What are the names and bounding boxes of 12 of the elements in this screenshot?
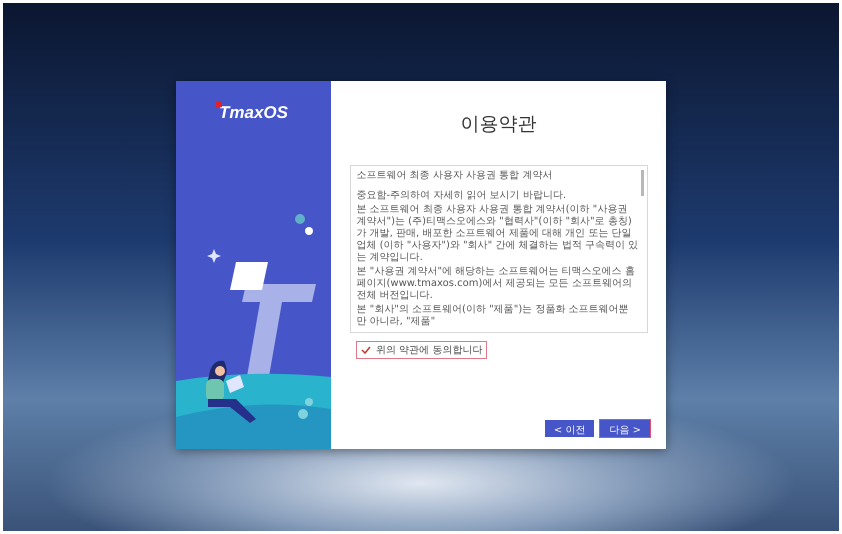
terms-paragraph: 중요함-주의하여 자세히 읽어 보시기 바랍니다. <box>356 190 568 202</box>
checkmark-icon <box>361 345 371 355</box>
consent-checkbox[interactable]: 위의 약관에 동의합니다 <box>356 341 488 359</box>
terms-paragraph: 본 "사용권 계약서"에 해당하는 소프트웨어는 티맥스오에스 홈페이지(www.tmaxos.com)에서 제공되는 모든 소프트웨어의 전체 버전입니다. <box>356 266 636 302</box>
terms-paragraph: 소프트웨어 최종 사용자 사용권 통합 계약서 <box>356 170 554 182</box>
terms-paragraph: 본 "회사"의 소프트웨어(이하 "제품")는 정품화 소프트웨어뿐만 아니라, "제품" <box>356 304 630 328</box>
back-button[interactable]: < 이전 <box>544 420 594 437</box>
terms-paragraph: 본 소프트웨어 최종 사용자 사용권 통합 계약서(이하 "사용권 계약서")는 (주)티맥스오에스와 "협력사"(이하 "회사"로 총칭)가 개발, 판매, 배포한 소프트웨어 제품에 대해 개인 또는 단일 업체 (이하 "사용자")와 "회사" 간에 체결하는 법적 구속력이 있는 계약입니다. <box>356 204 638 264</box>
scrollbar-thumb[interactable] <box>640 170 644 196</box>
dialog-title: 이용약관 <box>460 112 536 137</box>
next-button[interactable]: 다음 > <box>600 420 650 437</box>
logo-text: TmaxOS <box>219 103 288 123</box>
